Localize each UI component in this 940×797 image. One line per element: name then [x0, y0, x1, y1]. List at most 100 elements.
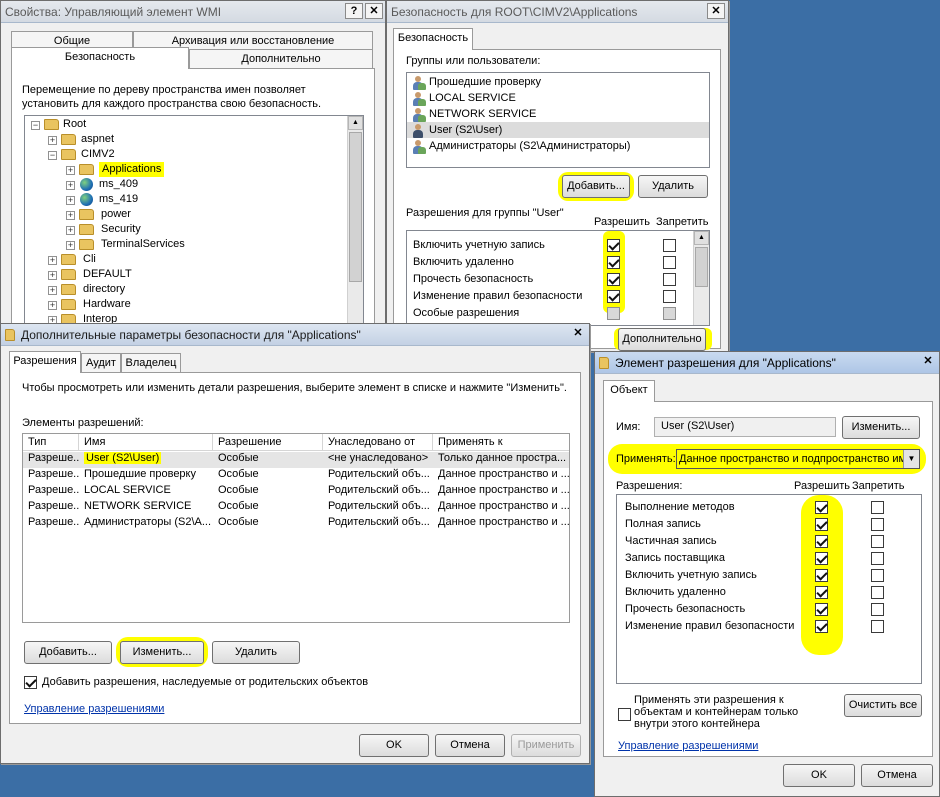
users-list[interactable]: Прошедшие проверку LOCAL SERVICE NETWORK…: [406, 72, 710, 168]
tree-node-default[interactable]: DEFAULT: [83, 267, 132, 282]
deny-checkbox[interactable]: [663, 239, 676, 252]
tree-node-terminalservices[interactable]: TerminalServices: [101, 237, 185, 252]
cancel-button[interactable]: Отмена: [861, 764, 933, 787]
deny-checkbox[interactable]: [871, 586, 884, 599]
advanced-button[interactable]: Дополнительно: [618, 328, 706, 351]
deny-checkbox[interactable]: [871, 569, 884, 582]
column-header-apply-to[interactable]: Применять к: [433, 434, 569, 451]
user-item[interactable]: Прошедшие проверку: [429, 74, 709, 91]
tab-advanced[interactable]: Дополнительно: [189, 49, 373, 69]
allow-checkbox[interactable]: [815, 620, 828, 633]
column-header-permission[interactable]: Разрешение: [213, 434, 323, 451]
change-button[interactable]: Изменить...: [842, 416, 920, 439]
tab-security[interactable]: Безопасность: [11, 47, 189, 69]
cancel-button[interactable]: Отмена: [435, 734, 505, 757]
expand-icon[interactable]: +: [48, 286, 57, 295]
permissions-scrollbar[interactable]: ▲: [693, 231, 709, 325]
user-item[interactable]: LOCAL SERVICE: [429, 90, 709, 107]
apply-button[interactable]: Применить: [511, 734, 581, 757]
deny-checkbox[interactable]: [871, 620, 884, 633]
tree-node-aspnet[interactable]: aspnet: [81, 132, 114, 147]
allow-checkbox[interactable]: [815, 552, 828, 565]
advanced-title-bar[interactable]: Дополнительные параметры безопасности дл…: [1, 324, 589, 346]
expand-icon[interactable]: +: [48, 271, 57, 280]
scroll-up-icon[interactable]: ▲: [348, 116, 363, 130]
manage-permissions-link[interactable]: Управление разрешениями: [618, 740, 758, 752]
close-button[interactable]: ✕: [919, 354, 937, 370]
container-only-checkbox[interactable]: [618, 708, 631, 721]
help-button[interactable]: ?: [345, 3, 363, 19]
deny-checkbox[interactable]: [871, 501, 884, 514]
allow-checkbox[interactable]: [607, 290, 620, 303]
deny-checkbox[interactable]: [663, 273, 676, 286]
allow-checkbox[interactable]: [815, 586, 828, 599]
tab-owner[interactable]: Владелец: [121, 353, 181, 373]
tree-node-directory[interactable]: directory: [83, 282, 125, 297]
column-header-name[interactable]: Имя: [79, 434, 213, 451]
inherit-checkbox[interactable]: [24, 676, 37, 689]
expand-icon[interactable]: +: [66, 181, 75, 190]
allow-checkbox[interactable]: [607, 256, 620, 269]
remove-button[interactable]: Удалить: [212, 641, 300, 664]
ok-button[interactable]: OK: [783, 764, 855, 787]
tab-object[interactable]: Объект: [603, 380, 655, 402]
expand-icon[interactable]: +: [66, 166, 75, 175]
expand-icon[interactable]: +: [48, 136, 57, 145]
tree-node-ms409[interactable]: ms_409: [99, 177, 138, 192]
deny-checkbox[interactable]: [871, 535, 884, 548]
scroll-thumb[interactable]: [349, 132, 362, 282]
deny-checkbox[interactable]: [871, 603, 884, 616]
apply-to-select[interactable]: Данное пространство и подпространство им…: [676, 449, 920, 469]
tree-node-applications[interactable]: Applications: [99, 162, 165, 177]
inherit-label[interactable]: Добавить разрешения, наследуемые от роди…: [42, 676, 368, 688]
user-item[interactable]: Администраторы (S2\Администраторы): [429, 138, 709, 155]
tree-node-power[interactable]: power: [101, 207, 131, 222]
tree-node-root[interactable]: Root: [63, 117, 86, 132]
deny-checkbox[interactable]: [871, 518, 884, 531]
user-item-selected[interactable]: User (S2\User): [429, 122, 709, 139]
expand-icon[interactable]: +: [66, 241, 75, 250]
tab-permissions[interactable]: Разрешения: [9, 351, 81, 373]
column-header-type[interactable]: Тип: [23, 434, 79, 451]
expand-icon[interactable]: +: [48, 256, 57, 265]
tree-node-security[interactable]: Security: [101, 222, 141, 237]
allow-checkbox[interactable]: [815, 501, 828, 514]
allow-checkbox[interactable]: [607, 273, 620, 286]
ok-button[interactable]: OK: [359, 734, 429, 757]
manage-permissions-link[interactable]: Управление разрешениями: [24, 703, 164, 715]
allow-checkbox[interactable]: [815, 535, 828, 548]
tree-node-cimv2[interactable]: CIMV2: [81, 147, 115, 162]
chevron-down-icon[interactable]: ▼: [903, 450, 919, 468]
entry-title-bar[interactable]: Элемент разрешения для "Applications": [595, 352, 939, 374]
permission-entries-table[interactable]: Тип Имя Разрешение Унаследовано от Приме…: [22, 433, 570, 623]
tab-security[interactable]: Безопасность: [393, 28, 473, 50]
container-only-label[interactable]: Применять эти разрешения к объектам и ко…: [634, 694, 834, 730]
close-button[interactable]: ✕: [365, 3, 383, 19]
collapse-icon[interactable]: −: [48, 151, 57, 160]
tree-node-ms419[interactable]: ms_419: [99, 192, 138, 207]
tree-node-hardware[interactable]: Hardware: [83, 297, 131, 312]
edit-button[interactable]: Изменить...: [120, 641, 204, 664]
close-button[interactable]: ✕: [707, 3, 725, 19]
allow-checkbox[interactable]: [607, 239, 620, 252]
add-button[interactable]: Добавить...: [562, 175, 630, 198]
collapse-icon[interactable]: −: [31, 121, 40, 130]
expand-icon[interactable]: +: [48, 301, 57, 310]
allow-checkbox[interactable]: [815, 569, 828, 582]
expand-icon[interactable]: +: [66, 211, 75, 220]
user-item[interactable]: NETWORK SERVICE: [429, 106, 709, 123]
add-button[interactable]: Добавить...: [24, 641, 112, 664]
security-title-bar[interactable]: Безопасность для ROOT\CIMV2\Applications: [387, 1, 728, 23]
scroll-thumb[interactable]: [695, 247, 708, 287]
close-button[interactable]: ✕: [569, 326, 587, 342]
namespace-tree[interactable]: − Root + aspnet − CIMV2 + Applications +…: [24, 115, 364, 339]
allow-checkbox[interactable]: [815, 518, 828, 531]
tab-audit[interactable]: Аудит: [81, 353, 121, 373]
deny-checkbox[interactable]: [871, 552, 884, 565]
tree-node-cli[interactable]: Cli: [83, 252, 96, 267]
deny-checkbox[interactable]: [663, 290, 676, 303]
scroll-up-icon[interactable]: ▲: [694, 231, 709, 245]
clear-all-button[interactable]: Очистить все: [844, 694, 922, 717]
deny-checkbox[interactable]: [663, 256, 676, 269]
allow-checkbox[interactable]: [815, 603, 828, 616]
